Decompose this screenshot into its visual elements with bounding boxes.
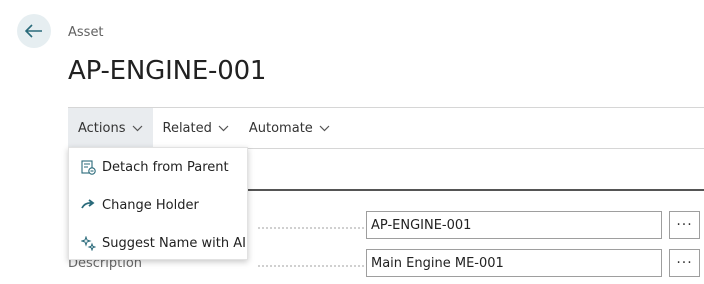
menu-item-label: Detach from Parent xyxy=(102,159,229,175)
menu-item-label: Change Holder xyxy=(102,197,199,213)
menu-item-suggest-name-with-ai[interactable]: Suggest Name with AI xyxy=(69,224,247,262)
page-title: AP-ENGINE-001 xyxy=(68,56,267,86)
description-assist-button[interactable]: ··· xyxy=(669,249,700,277)
no-input[interactable]: AP-ENGINE-001 xyxy=(366,211,662,239)
breadcrumb: Asset xyxy=(68,25,104,40)
related-menu-button[interactable]: Related xyxy=(153,108,239,148)
automate-label: Automate xyxy=(248,120,313,136)
action-bar: Actions Related Automate xyxy=(68,107,704,149)
arrow-left-icon xyxy=(25,24,42,38)
sparkle-icon xyxy=(80,235,96,251)
description-input[interactable]: Main Engine ME-001 xyxy=(366,249,662,277)
detach-icon xyxy=(80,159,96,175)
actions-menu-button[interactable]: Actions xyxy=(68,108,153,148)
actions-dropdown-menu: Detach from Parent Change Holder Suggest… xyxy=(68,147,248,260)
chevron-down-icon xyxy=(218,125,229,131)
tab-underline xyxy=(246,189,704,191)
related-label: Related xyxy=(162,120,212,136)
arrow-right-icon xyxy=(80,197,96,213)
menu-item-label: Suggest Name with AI xyxy=(102,235,246,251)
chevron-down-icon xyxy=(319,125,330,131)
chevron-down-icon xyxy=(132,125,142,131)
menu-item-change-holder[interactable]: Change Holder xyxy=(69,186,247,224)
no-assist-button[interactable]: ··· xyxy=(669,211,700,239)
actions-label: Actions xyxy=(78,120,126,136)
back-button[interactable] xyxy=(17,14,51,48)
menu-item-detach-from-parent[interactable]: Detach from Parent xyxy=(69,148,247,186)
automate-menu-button[interactable]: Automate xyxy=(239,108,340,148)
